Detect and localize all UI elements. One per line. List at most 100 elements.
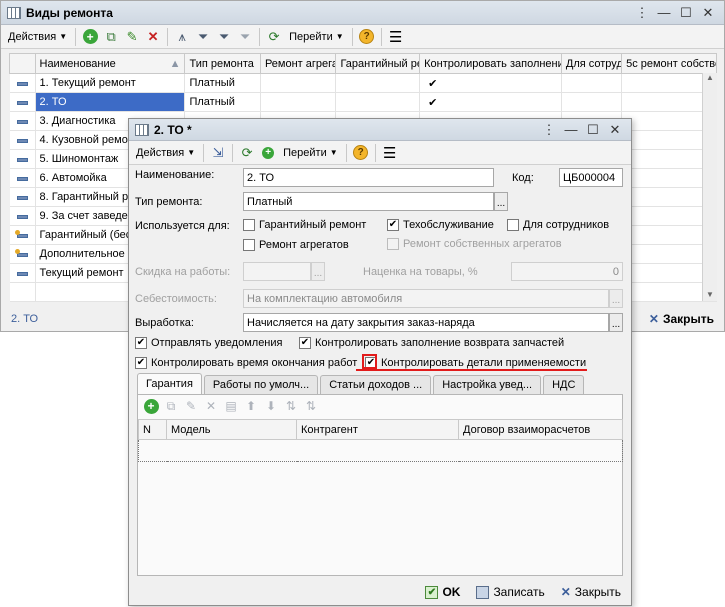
reread-icon[interactable]: ⟳ xyxy=(238,144,256,162)
units-checkbox[interactable]: Ремонт агрегатов xyxy=(243,239,349,251)
cell-mark[interactable] xyxy=(9,92,36,112)
close-window-button[interactable]: ✕ xyxy=(698,4,718,22)
cell-mark[interactable] xyxy=(9,263,36,283)
close-icon: ✕ xyxy=(648,312,659,326)
dialog-actions-menu[interactable]: Действия ▼ xyxy=(133,143,198,163)
ok-button[interactable]: ✔ OK xyxy=(425,585,460,599)
cell-mark[interactable] xyxy=(9,244,36,264)
cell-mark[interactable] xyxy=(9,168,36,188)
tab-warranty[interactable]: Гарантия xyxy=(137,373,202,394)
cell-employees[interactable] xyxy=(561,73,623,93)
tab-income-items[interactable]: Статьи доходов ... xyxy=(320,375,432,394)
tab-vat[interactable]: НДС xyxy=(543,375,585,394)
applicability-checkbox[interactable]: ✔ Контролировать детали применяемости xyxy=(365,357,586,369)
column-header-counterparty[interactable]: Контрагент xyxy=(296,419,459,440)
cell-mark[interactable] xyxy=(9,187,36,207)
filter-icon[interactable]: ⏷ xyxy=(194,28,212,46)
cell-mark[interactable] xyxy=(9,130,36,150)
warranty-tab-panel: + ⧉ ✎ ✕ ▤ ⬆ ⬇ ⇅ ⇅ N Модель Контрагент До… xyxy=(137,394,623,576)
maximize-button[interactable]: ☐ xyxy=(676,4,696,22)
table-row[interactable]: 1. Текущий ремонт Платный ✔ xyxy=(9,73,717,93)
add-row-icon[interactable]: + xyxy=(142,397,160,415)
form-settings-icon[interactable]: ☰ xyxy=(381,144,399,162)
scroll-up-icon[interactable]: ▲ xyxy=(703,73,717,87)
clear-filter-icon[interactable]: ⏷ xyxy=(236,28,254,46)
cell-employees[interactable] xyxy=(561,92,623,112)
type-label: Тип ремонта: xyxy=(135,196,203,208)
column-header-warranty[interactable]: Гарантийный ремонт xyxy=(335,53,421,74)
output-select-button[interactable]: ... xyxy=(609,313,623,332)
dialog-minimize-button[interactable]: — xyxy=(561,121,581,139)
close-label: Закрыть xyxy=(662,312,714,326)
cell-name[interactable]: 2. ТО xyxy=(35,92,186,112)
window-menu-icon[interactable]: ⋮ xyxy=(632,4,652,22)
tab-default-works[interactable]: Работы по умолч... xyxy=(203,375,319,394)
cell-control[interactable]: ✔ xyxy=(419,92,562,112)
name-input[interactable]: 2. ТО xyxy=(243,168,494,187)
sort-icon: ▲ xyxy=(169,57,181,70)
dialog-goto-menu[interactable]: Перейти ▼ xyxy=(280,143,341,163)
table-row[interactable]: 2. ТО Платный ✔ xyxy=(9,92,717,112)
checkbox-label: Отправлять уведомления xyxy=(151,337,283,349)
new-row-placeholder[interactable] xyxy=(138,439,623,462)
work-end-checkbox[interactable]: ✔ Контролировать время окончания работ xyxy=(135,357,357,369)
column-header-own[interactable]: 5с ремонт собственных xyxy=(621,53,717,74)
list-settings-icon[interactable]: ☰ xyxy=(387,28,405,46)
cell-type[interactable]: Платный xyxy=(184,73,261,93)
delete-icon[interactable]: ✕ xyxy=(144,28,162,46)
actions-menu[interactable]: Действия ▼ xyxy=(5,27,70,47)
minimize-button[interactable]: — xyxy=(654,4,674,22)
copy-icon[interactable]: ⧉ xyxy=(102,28,120,46)
column-header-model[interactable]: Модель xyxy=(166,419,297,440)
cell-warranty[interactable] xyxy=(335,73,421,93)
type-select-button[interactable]: ... xyxy=(494,192,508,211)
filter-menu-icon[interactable]: ⏷ xyxy=(215,28,233,46)
cell-warranty[interactable] xyxy=(335,92,421,112)
column-header-units[interactable]: Ремонт агрегатов xyxy=(259,53,337,74)
edit-row-icon: ✎ xyxy=(185,399,197,413)
cell-name[interactable]: 1. Текущий ремонт xyxy=(35,73,186,93)
cell-mark[interactable] xyxy=(9,73,36,93)
notify-checkbox[interactable]: ✔ Отправлять уведомления xyxy=(135,337,282,349)
dialog-close-button[interactable]: ✕ Закрыть xyxy=(561,585,621,599)
refresh-icon[interactable]: ⟳ xyxy=(265,28,283,46)
column-header-n[interactable]: N xyxy=(138,419,167,440)
save-button[interactable]: Записать xyxy=(476,585,545,599)
employees-checkbox[interactable]: Для сотрудников xyxy=(507,219,609,231)
tab-notification-settings[interactable]: Настройка увед... xyxy=(433,375,542,394)
output-input[interactable]: Начисляется на дату закрытия заказ-наряд… xyxy=(243,313,609,332)
maintenance-checkbox[interactable]: ✔ Техобслуживание xyxy=(387,219,494,231)
cell-mark[interactable] xyxy=(9,225,36,245)
cell-mark[interactable] xyxy=(9,111,36,131)
cell-control[interactable]: ✔ xyxy=(419,73,562,93)
cell-type[interactable]: Платный xyxy=(184,92,261,112)
column-header-contract[interactable]: Договор взаиморасчетов xyxy=(458,419,623,440)
return-parts-checkbox[interactable]: ✔ Контролировать заполнение возврата запч… xyxy=(299,337,564,349)
type-input[interactable]: Платный xyxy=(243,192,494,211)
vertical-scrollbar[interactable]: ▲ ▼ xyxy=(702,73,717,301)
cell-units[interactable] xyxy=(260,73,337,93)
column-header-type[interactable]: Тип ремонта xyxy=(184,53,261,74)
save-close-icon[interactable]: ⇲ xyxy=(209,144,227,162)
cell-units[interactable] xyxy=(260,92,337,112)
dialog-close-window-button[interactable]: ✕ xyxy=(605,121,625,139)
help-icon[interactable]: ? xyxy=(358,28,376,46)
edit-icon[interactable]: ✎ xyxy=(123,28,141,46)
column-header-name[interactable]: Наименование ▲ xyxy=(34,53,186,74)
filter-list-icon[interactable]: ⩚ xyxy=(173,28,191,46)
cell-mark[interactable] xyxy=(9,206,36,226)
column-header-control[interactable]: Контролировать заполнение возврата xyxy=(419,53,562,74)
add-icon[interactable]: + xyxy=(81,28,99,46)
copy-new-icon[interactable]: + xyxy=(259,144,277,162)
code-input[interactable]: ЦБ000004 xyxy=(559,168,623,187)
end-edit-icon: ▤ xyxy=(225,399,237,413)
cell-mark[interactable] xyxy=(9,149,36,169)
dialog-menu-icon[interactable]: ⋮ xyxy=(539,121,559,139)
help-icon[interactable]: ? xyxy=(352,144,370,162)
scroll-down-icon[interactable]: ▼ xyxy=(703,290,717,299)
goto-menu[interactable]: Перейти ▼ xyxy=(286,27,347,47)
close-button[interactable]: ✕ Закрыть xyxy=(649,312,714,326)
column-header-employees[interactable]: Для сотрудников xyxy=(560,53,623,74)
dialog-maximize-button[interactable]: ☐ xyxy=(583,121,603,139)
warranty-checkbox[interactable]: Гарантийный ремонт xyxy=(243,219,366,231)
